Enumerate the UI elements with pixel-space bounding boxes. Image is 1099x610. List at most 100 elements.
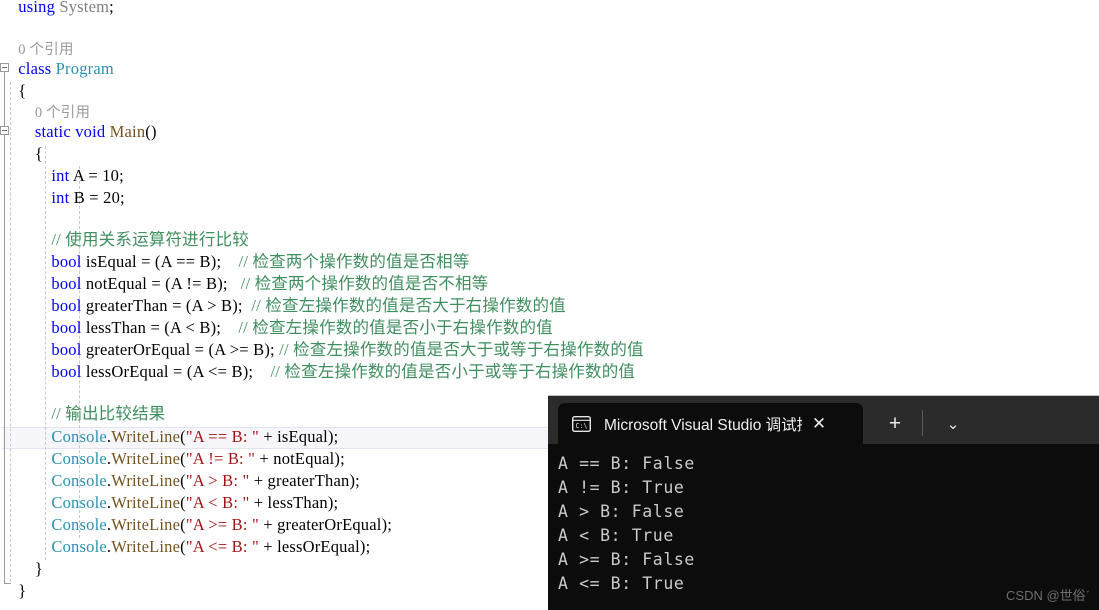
token: +: [255, 449, 274, 468]
close-icon[interactable]: ✕: [802, 407, 836, 441]
token: = (: [136, 252, 161, 271]
token: System: [59, 0, 110, 16]
token: +: [258, 537, 278, 556]
code-line-writeline-ne: Console.WriteLine("A != B: " + notEqual)…: [51, 448, 345, 470]
token: = (: [190, 340, 215, 359]
token: ;: [120, 188, 125, 207]
token: +: [249, 471, 268, 490]
token: // 检查左操作数的值是否小于或等于右操作数的值: [270, 362, 636, 381]
token: A: [214, 340, 226, 359]
token: Console: [51, 449, 107, 468]
token: bool: [51, 362, 82, 381]
terminal-output-line: A != B: True: [558, 478, 685, 497]
token: using: [18, 0, 56, 16]
token: "A > B: ": [185, 471, 250, 490]
token: Program: [55, 59, 114, 78]
terminal-tab[interactable]: C:\ Microsoft Visual Studio 调试控 ✕: [558, 403, 863, 445]
token: // 检查左操作数的值是否大于或等于右操作数的值: [279, 340, 644, 359]
token: "A < B: ": [185, 493, 250, 512]
chevron-down-icon[interactable]: ⌄: [936, 409, 970, 439]
token: 10: [102, 166, 120, 185]
token: lessOrEqual: [85, 362, 169, 381]
console-cmd-icon: C:\: [572, 416, 591, 432]
terminal-tab-title: Microsoft Visual Studio 调试控: [604, 417, 802, 434]
token: !=: [182, 274, 206, 293]
fold-end-class: [4, 583, 11, 584]
code-line-cmt-compare: // 使用关系运算符进行比较: [51, 229, 249, 251]
code-line-int-a: int A = 10;: [51, 165, 124, 187]
token: ==: [171, 252, 200, 271]
token: B: [199, 252, 211, 271]
token: isEqual: [85, 252, 137, 271]
token: Main: [109, 122, 146, 141]
code-line-bool-greaterorequal: bool greaterOrEqual = (A >= B); // 检查左操作…: [51, 339, 643, 361]
code-line-codelens-class: 0 个引用: [18, 38, 73, 60]
terminal-output-line: A >= B: False: [558, 550, 695, 569]
token: A: [192, 362, 204, 381]
code-line-static-void-main: static void Main(): [35, 121, 157, 143]
token: );: [334, 449, 345, 468]
fold-toggle-main[interactable]: [0, 126, 9, 135]
token: static: [34, 122, 71, 141]
token: Console: [51, 427, 107, 446]
token: "A != B: ": [185, 449, 256, 468]
token: }: [34, 559, 43, 578]
code-line-using-system: using System;: [18, 0, 114, 18]
token: bool: [51, 274, 82, 293]
token: greaterOrEqual: [277, 515, 382, 534]
token: 0 个引用: [34, 105, 91, 121]
token: greaterOrEqual: [85, 340, 191, 359]
code-line-bool-lessorequal: bool lessOrEqual = (A <= B); // 检查左操作数的值…: [51, 361, 635, 383]
token: Console: [51, 515, 107, 534]
token: WriteLine: [111, 449, 181, 468]
token: );: [327, 427, 339, 446]
code-line-bool-lessthan: bool lessThan = (A < B); // 检查左操作数的值是否小于…: [51, 317, 553, 339]
token: +: [258, 427, 278, 446]
token: B: [221, 296, 233, 315]
fold-toggle-class[interactable]: [0, 63, 9, 72]
token: lessThan: [85, 318, 147, 337]
token: B: [205, 274, 218, 293]
token: // 检查左操作数的值是否小于右操作数的值: [238, 318, 553, 337]
token: >=: [225, 340, 254, 359]
token: B: [231, 362, 243, 381]
token: A: [170, 274, 183, 293]
token: A: [160, 252, 172, 271]
token: B: [73, 188, 85, 207]
token: Console: [51, 493, 107, 512]
token: bool: [51, 318, 82, 337]
code-line-writeline-eq: Console.WriteLine("A == B: " + isEqual);: [51, 426, 338, 448]
token: // 检查左操作数的值是否大于右操作数的值: [251, 296, 566, 315]
terminal-titlebar[interactable]: C:\ Microsoft Visual Studio 调试控 ✕ + ⌄: [548, 395, 1099, 445]
token: A: [72, 166, 85, 185]
code-line-cmt-output: // 输出比较结果: [51, 403, 165, 425]
terminal-window[interactable]: C:\ Microsoft Visual Studio 调试控 ✕ + ⌄ A …: [548, 395, 1099, 610]
token: );: [359, 537, 371, 556]
token: A: [191, 296, 203, 315]
code-line-writeline-gt: Console.WriteLine("A > B: " + greaterTha…: [51, 470, 360, 492]
token: "A >= B: ": [185, 515, 259, 534]
code-line-codelens-main: 0 个引用: [35, 101, 90, 123]
token: = (: [167, 296, 192, 315]
token: {: [18, 81, 27, 100]
token: // 检查两个操作数的值是否相等: [238, 252, 470, 271]
token: =: [84, 188, 104, 207]
token: );: [327, 493, 339, 512]
code-line-bool-isequal: bool isEqual = (A == B); // 检查两个操作数的值是否相…: [51, 251, 469, 273]
token: );: [381, 515, 393, 534]
new-tab-button[interactable]: +: [878, 409, 912, 439]
token: void: [75, 122, 106, 141]
token: // 检查两个操作数的值是否不相等: [240, 274, 489, 293]
token: B: [253, 340, 265, 359]
code-line-bool-notequal: bool notEqual = (A != B); // 检查两个操作数的值是否…: [51, 273, 488, 295]
indent-guide: [10, 82, 11, 582]
token: = (: [147, 274, 171, 293]
token: WriteLine: [111, 493, 181, 512]
token: lessThan: [267, 493, 328, 512]
token: class: [18, 59, 52, 78]
token: bool: [51, 296, 82, 315]
token: notEqual: [273, 449, 335, 468]
token: 20: [103, 188, 121, 207]
